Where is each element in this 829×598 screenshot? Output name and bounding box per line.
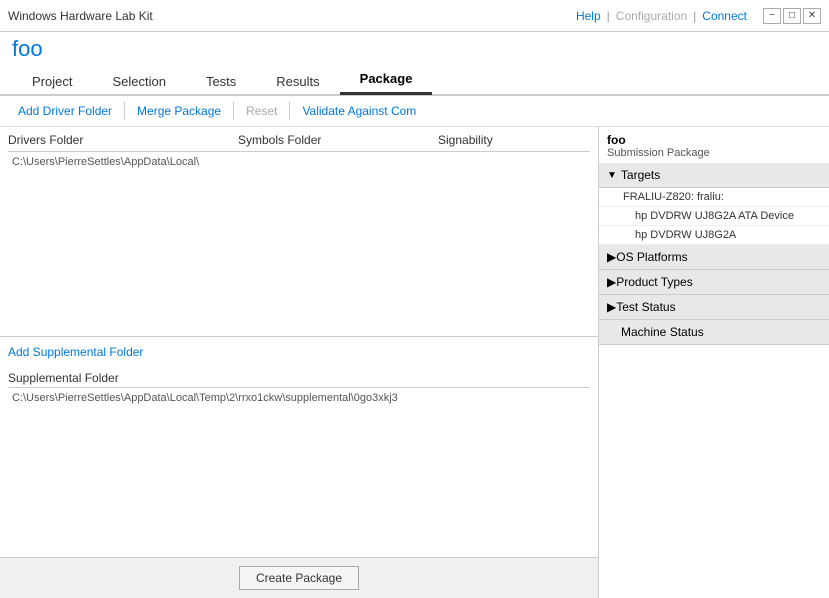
- app-name: foo: [0, 32, 829, 64]
- machine-status-section: Machine Status: [599, 320, 829, 345]
- nav-tabs: Project Selection Tests Results Package: [0, 64, 829, 96]
- target-item-3: hp DVDRW UJ8G2A: [599, 226, 829, 245]
- connect-link[interactable]: Connect: [702, 9, 747, 23]
- empty-area: [0, 180, 598, 328]
- configuration-link[interactable]: Configuration: [616, 9, 687, 23]
- supplemental-header: Supplemental Folder: [8, 371, 590, 388]
- test-status-arrow-icon: ▶: [607, 300, 616, 314]
- folder-headers: Drivers Folder Symbols Folder Signabilit…: [8, 133, 590, 152]
- title-bar: Windows Hardware Lab Kit Help | Configur…: [0, 0, 829, 32]
- main-content: Drivers Folder Symbols Folder Signabilit…: [0, 127, 829, 598]
- toolbar: Add Driver Folder Merge Package Reset Va…: [0, 96, 829, 127]
- validate-button[interactable]: Validate Against Com: [292, 100, 426, 122]
- help-link[interactable]: Help: [576, 9, 601, 23]
- right-panel-title: foo: [607, 133, 821, 147]
- sep1: |: [607, 9, 610, 23]
- product-types-section-header[interactable]: ▶ Product Types: [599, 270, 829, 295]
- title-bar-actions: Help | Configuration | Connect − □ ✕: [576, 8, 821, 24]
- toolbar-sep3: [289, 102, 290, 120]
- toolbar-sep2: [233, 102, 234, 120]
- tab-project[interactable]: Project: [12, 68, 92, 95]
- os-platforms-label: OS Platforms: [616, 250, 687, 264]
- target-item-1: FRALIU-Z820: fraliu:: [599, 188, 829, 207]
- machine-status-label: Machine Status: [607, 325, 704, 339]
- right-panel-subtitle: Submission Package: [607, 147, 821, 159]
- minimize-button[interactable]: −: [763, 8, 781, 24]
- create-package-button[interactable]: Create Package: [239, 566, 359, 590]
- app-title: Windows Hardware Lab Kit: [8, 9, 153, 23]
- add-driver-folder-button[interactable]: Add Driver Folder: [8, 100, 122, 122]
- restore-button[interactable]: □: [783, 8, 801, 24]
- targets-label: Targets: [621, 168, 660, 182]
- supplemental-path: C:\Users\PierreSettles\AppData\Local\Tem…: [8, 390, 590, 406]
- add-supplemental-button[interactable]: Add Supplemental Folder: [8, 345, 143, 359]
- folder-section: Drivers Folder Symbols Folder Signabilit…: [0, 127, 598, 180]
- merge-package-button[interactable]: Merge Package: [127, 100, 231, 122]
- test-status-label: Test Status: [616, 300, 675, 314]
- tab-results[interactable]: Results: [256, 68, 339, 95]
- driver-path: C:\Users\PierreSettles\AppData\Local\: [8, 154, 590, 174]
- os-platforms-arrow-icon: ▶: [607, 250, 616, 264]
- reset-button[interactable]: Reset: [236, 100, 287, 122]
- targets-section-header[interactable]: ▼ Targets: [599, 163, 829, 188]
- product-types-label: Product Types: [616, 275, 693, 289]
- left-panel: Drivers Folder Symbols Folder Signabilit…: [0, 127, 599, 598]
- window-controls: − □ ✕: [763, 8, 821, 24]
- symbols-folder-header: Symbols Folder: [238, 133, 438, 147]
- signability-header: Signability: [438, 133, 590, 147]
- product-types-arrow-icon: ▶: [607, 275, 616, 289]
- os-platforms-section-header[interactable]: ▶ OS Platforms: [599, 245, 829, 270]
- targets-arrow-icon: ▼: [607, 170, 617, 181]
- bottom-bar: Create Package: [0, 557, 598, 598]
- tab-selection[interactable]: Selection: [92, 68, 185, 95]
- right-panel-header: foo Submission Package: [599, 127, 829, 163]
- toolbar-sep1: [124, 102, 125, 120]
- test-status-section-header[interactable]: ▶ Test Status: [599, 295, 829, 320]
- add-supplemental-section: Add Supplemental Folder: [0, 336, 598, 367]
- right-panel: foo Submission Package ▼ Targets FRALIU-…: [599, 127, 829, 598]
- target-item-2: hp DVDRW UJ8G2A ATA Device: [599, 207, 829, 226]
- close-button[interactable]: ✕: [803, 8, 821, 24]
- sep2: |: [693, 9, 696, 23]
- tree-container: ▼ Targets FRALIU-Z820: fraliu: hp DVDRW …: [599, 163, 829, 598]
- empty-area-2: [0, 410, 598, 558]
- tab-package[interactable]: Package: [340, 65, 433, 95]
- supplemental-section: Supplemental Folder C:\Users\PierreSettl…: [0, 367, 598, 410]
- drivers-folder-header: Drivers Folder: [8, 133, 238, 147]
- tab-tests[interactable]: Tests: [186, 68, 256, 95]
